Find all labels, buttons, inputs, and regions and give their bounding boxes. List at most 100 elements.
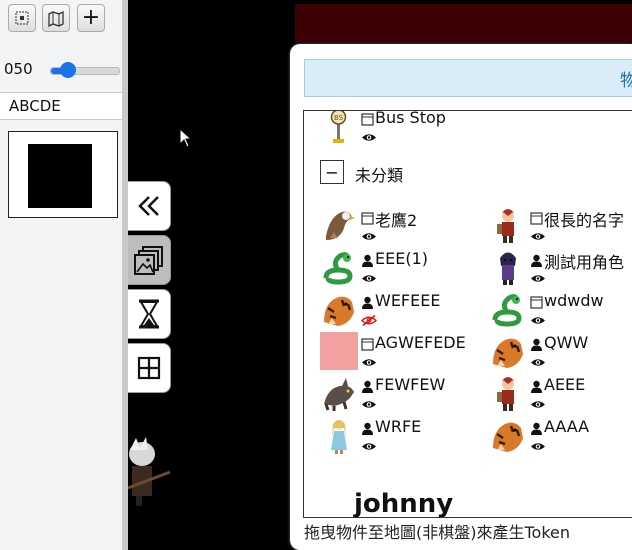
zoom-value: 050 bbox=[4, 60, 33, 78]
person-icon bbox=[362, 296, 373, 309]
token-name: WRFE bbox=[375, 417, 422, 436]
note-icon bbox=[530, 212, 543, 225]
token-name: AAAA bbox=[544, 417, 590, 436]
snake-icon bbox=[492, 294, 522, 327]
token-item[interactable]: EEE(1) bbox=[320, 248, 470, 288]
person-icon bbox=[531, 254, 542, 267]
token-name: EEE(1) bbox=[375, 249, 428, 268]
token-item[interactable]: FEWFEW bbox=[320, 374, 470, 414]
wolf-icon bbox=[324, 378, 354, 411]
group-collapse-toggle[interactable]: − bbox=[320, 160, 344, 184]
grid-select-button[interactable] bbox=[8, 4, 36, 32]
eye-icon[interactable] bbox=[361, 231, 377, 242]
person-icon bbox=[362, 380, 373, 393]
map-character-sprite[interactable] bbox=[128, 436, 172, 506]
token-item[interactable]: QWW bbox=[489, 332, 632, 372]
eye-icon[interactable] bbox=[361, 273, 377, 284]
note-icon bbox=[361, 338, 374, 351]
eye-icon[interactable] bbox=[361, 132, 377, 143]
note-icon bbox=[361, 212, 374, 225]
person-icon bbox=[531, 422, 542, 435]
warrior-icon bbox=[497, 209, 515, 243]
token-name: AGWEFEDE bbox=[375, 333, 466, 352]
token-name: QWW bbox=[544, 333, 589, 352]
timer-tab[interactable] bbox=[128, 289, 171, 339]
token-item-bus-stop[interactable]: BS Bus Stop bbox=[320, 110, 520, 147]
mage-icon bbox=[500, 252, 516, 285]
token-name: Bus Stop bbox=[375, 110, 446, 127]
eye-icon[interactable] bbox=[530, 315, 546, 326]
eye-icon[interactable] bbox=[530, 273, 546, 284]
person-icon bbox=[531, 338, 542, 351]
eye-icon[interactable] bbox=[530, 357, 546, 368]
token-library-dialog: 物 BS Bus Stop − 未分類 老鷹2 EEE(1) WEFEEE AG… bbox=[290, 44, 632, 550]
zoom-slider-thumb[interactable] bbox=[60, 62, 76, 78]
person-icon bbox=[362, 422, 373, 435]
girl-icon bbox=[331, 420, 347, 454]
token-name-partial: johnny bbox=[354, 489, 454, 518]
pink-square-icon bbox=[320, 332, 358, 370]
dialog-header[interactable]: 物 bbox=[304, 59, 632, 97]
token-item[interactable]: wdwdw bbox=[489, 290, 632, 330]
map-icon bbox=[48, 10, 64, 27]
eye-icon[interactable] bbox=[530, 231, 546, 242]
plus-icon: + bbox=[81, 5, 101, 30]
token-name: 測試用角色 bbox=[544, 253, 625, 272]
eagle-icon bbox=[326, 211, 355, 240]
gallery-icon bbox=[134, 246, 163, 275]
token-item[interactable]: 很長的名字 bbox=[489, 206, 632, 246]
map-strip bbox=[295, 4, 632, 42]
token-item[interactable]: WEFEEE bbox=[320, 290, 470, 330]
color-preview[interactable] bbox=[8, 131, 118, 218]
grid-tab[interactable] bbox=[128, 343, 171, 393]
tiger-icon bbox=[493, 338, 523, 368]
token-item[interactable]: WRFE bbox=[320, 416, 470, 456]
svg-text:BS: BS bbox=[334, 114, 344, 122]
token-item[interactable]: AEEE bbox=[489, 374, 632, 414]
zoom-slider[interactable] bbox=[50, 62, 120, 78]
note-icon bbox=[361, 113, 374, 126]
token-item[interactable]: AAAA bbox=[489, 416, 632, 456]
token-name: FEWFEW bbox=[375, 375, 446, 394]
token-name: 很長的名字 bbox=[544, 211, 625, 230]
eye-icon[interactable] bbox=[361, 441, 377, 452]
snake-icon bbox=[323, 252, 353, 285]
zoom-row: 050 bbox=[4, 58, 120, 82]
hourglass-icon bbox=[139, 299, 159, 329]
person-icon bbox=[531, 380, 542, 393]
mouse-cursor-icon bbox=[179, 128, 193, 148]
note-icon bbox=[530, 296, 543, 309]
token-name: 老鷹2 bbox=[375, 211, 418, 230]
left-panel: + 050 ABCDE bbox=[0, 0, 123, 550]
token-name: AEEE bbox=[544, 375, 586, 394]
token-name: wdwdw bbox=[544, 291, 604, 310]
double-chevron-left-icon bbox=[138, 196, 159, 216]
group-uncategorized[interactable]: − 未分類 bbox=[320, 160, 520, 190]
token-item[interactable]: 測試用角色 bbox=[489, 248, 632, 288]
eye-icon[interactable] bbox=[361, 399, 377, 410]
bus-stop-icon: BS bbox=[330, 111, 347, 143]
collapse-tab[interactable] bbox=[128, 181, 171, 231]
eye-hidden-icon[interactable] bbox=[361, 315, 377, 326]
map-button[interactable] bbox=[42, 4, 70, 32]
color-swatch bbox=[28, 144, 92, 208]
person-icon bbox=[362, 254, 373, 267]
token-list[interactable]: BS Bus Stop − 未分類 老鷹2 EEE(1) WEFEEE AGWEFED… bbox=[303, 110, 632, 518]
eye-icon[interactable] bbox=[361, 357, 377, 368]
tiger-icon bbox=[493, 422, 523, 452]
token-name: WEFEEE bbox=[375, 291, 441, 310]
eye-icon[interactable] bbox=[530, 441, 546, 452]
grid-select-icon bbox=[15, 11, 29, 25]
token-item[interactable]: 老鷹2 bbox=[320, 206, 470, 246]
drag-hint: 拖曳物件至地圖(非棋盤)來產生Token bbox=[304, 523, 571, 542]
add-button[interactable]: + bbox=[77, 4, 105, 32]
gallery-tab[interactable] bbox=[128, 235, 171, 285]
tiger-icon bbox=[324, 296, 354, 326]
grid-icon bbox=[137, 356, 161, 380]
dialog-title: 物 bbox=[620, 71, 632, 91]
eye-icon[interactable] bbox=[530, 399, 546, 410]
name-field[interactable]: ABCDE bbox=[0, 92, 122, 120]
token-item[interactable]: AGWEFEDE bbox=[320, 332, 470, 372]
warrior-icon bbox=[497, 377, 515, 411]
group-label: 未分類 bbox=[355, 166, 404, 185]
